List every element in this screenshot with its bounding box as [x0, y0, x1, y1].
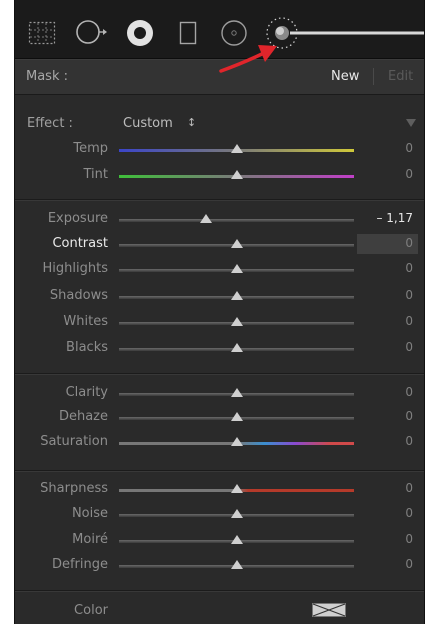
slider-thumb[interactable] — [230, 388, 243, 397]
slider-thumb[interactable] — [230, 264, 243, 273]
tool-strip — [15, 0, 424, 59]
red-eye-icon[interactable] — [125, 18, 155, 48]
slider-row-blacks: Blacks 0 — [15, 337, 424, 361]
slider-value[interactable]: 0 — [405, 385, 413, 399]
slider-label: Moiré — [72, 532, 108, 547]
slider-thumb[interactable] — [230, 343, 243, 352]
spot-removal-icon[interactable] — [75, 18, 109, 46]
mask-edit-button[interactable]: Edit — [388, 69, 413, 84]
slider-row-noise: Noise 0 — [15, 503, 424, 527]
slider-value[interactable]: 0 — [405, 261, 413, 275]
section-divider — [15, 373, 424, 375]
slider-thumb[interactable] — [230, 535, 243, 544]
mask-row: Mask : New Edit — [15, 59, 424, 95]
slider-value[interactable]: 0 — [405, 288, 413, 302]
slider-value[interactable]: 0 — [405, 481, 413, 495]
slider-value[interactable]: 0 — [405, 314, 413, 328]
section-divider — [15, 199, 424, 201]
slider-thumb[interactable] — [199, 214, 212, 223]
slider-value[interactable]: 0 — [405, 236, 413, 250]
slider-label: Saturation — [40, 434, 108, 449]
slider-row-highlights: Highlights 0 — [15, 258, 424, 282]
slider-thumb[interactable] — [230, 437, 243, 446]
slider-value[interactable]: 0 — [405, 506, 413, 520]
slider-value[interactable]: 0 — [405, 409, 413, 423]
slider-thumb[interactable] — [230, 239, 243, 248]
effect-label: Effect : — [27, 116, 73, 131]
slider-label: Clarity — [65, 385, 108, 400]
slider-thumb[interactable] — [230, 170, 243, 179]
mask-separator — [373, 68, 374, 85]
slider-row-tint: Tint 0 — [15, 164, 424, 188]
slider-value[interactable]: 0 — [405, 141, 413, 155]
collapse-triangle-icon[interactable] — [406, 119, 416, 127]
effect-preset-select[interactable]: Custom — [123, 116, 173, 131]
slider-label: Whites — [63, 314, 108, 329]
up-down-arrows-icon[interactable]: ↕ — [187, 116, 196, 129]
mask-label: Mask : — [26, 69, 68, 84]
slider-value[interactable]: – 1,17 — [376, 211, 413, 225]
slider-value[interactable]: 0 — [405, 167, 413, 181]
slider-value[interactable]: 0 — [405, 532, 413, 546]
mask-new-button[interactable]: New — [331, 69, 359, 84]
slider-value[interactable]: 0 — [405, 557, 413, 571]
slider-thumb[interactable] — [230, 144, 243, 153]
slider-thumb[interactable] — [230, 291, 243, 300]
slider-label: Tint — [83, 167, 109, 182]
slider-label: Temp — [73, 141, 108, 156]
local-adjustments-panel: Mask : New Edit Effect : Custom ↕ Temp 0 T… — [14, 0, 425, 624]
slider-label: Noise — [71, 506, 108, 521]
slider-thumb[interactable] — [230, 317, 243, 326]
slider-label: Blacks — [66, 340, 108, 355]
crop-overlay-icon[interactable] — [28, 21, 56, 45]
slider-row-moir: Moiré 0 — [15, 529, 424, 553]
slider-thumb[interactable] — [230, 509, 243, 518]
slider-row-sharpness: Sharpness 0 — [15, 478, 424, 502]
slider-row-defringe: Defringe 0 — [15, 554, 424, 578]
slider-thumb[interactable] — [230, 412, 243, 421]
slider-row-exposure: Exposure – 1,17 — [15, 208, 424, 232]
slider-thumb[interactable] — [230, 560, 243, 569]
color-label: Color — [74, 603, 108, 618]
color-swatch-empty[interactable] — [312, 603, 346, 617]
slider-label: Defringe — [51, 557, 108, 572]
slider-row-whites: Whites 0 — [15, 311, 424, 335]
graduated-filter-icon[interactable] — [179, 21, 197, 45]
slider-label: Shadows — [49, 288, 108, 303]
slider-label: Contrast — [52, 236, 108, 251]
slider-row-clarity: Clarity 0 — [15, 382, 424, 406]
slider-track[interactable] — [119, 219, 354, 222]
slider-label: Dehaze — [58, 409, 108, 424]
slider-row-shadows: Shadows 0 — [15, 285, 424, 309]
section-divider — [15, 470, 424, 472]
slider-label: Sharpness — [40, 481, 108, 496]
slider-row-contrast: Contrast 0 — [15, 233, 424, 257]
slider-value[interactable]: 0 — [405, 340, 413, 354]
slider-row-dehaze: Dehaze 0 — [15, 406, 424, 430]
radial-filter-icon[interactable] — [220, 19, 248, 47]
slider-label: Exposure — [47, 211, 108, 226]
adjustment-brush-icon[interactable] — [266, 13, 425, 53]
slider-thumb[interactable] — [230, 484, 243, 493]
slider-row-saturation: Saturation 0 — [15, 431, 424, 455]
slider-label: Highlights — [42, 261, 108, 276]
slider-value[interactable]: 0 — [405, 434, 413, 448]
section-divider — [15, 590, 424, 592]
slider-row-temp: Temp 0 — [15, 138, 424, 162]
